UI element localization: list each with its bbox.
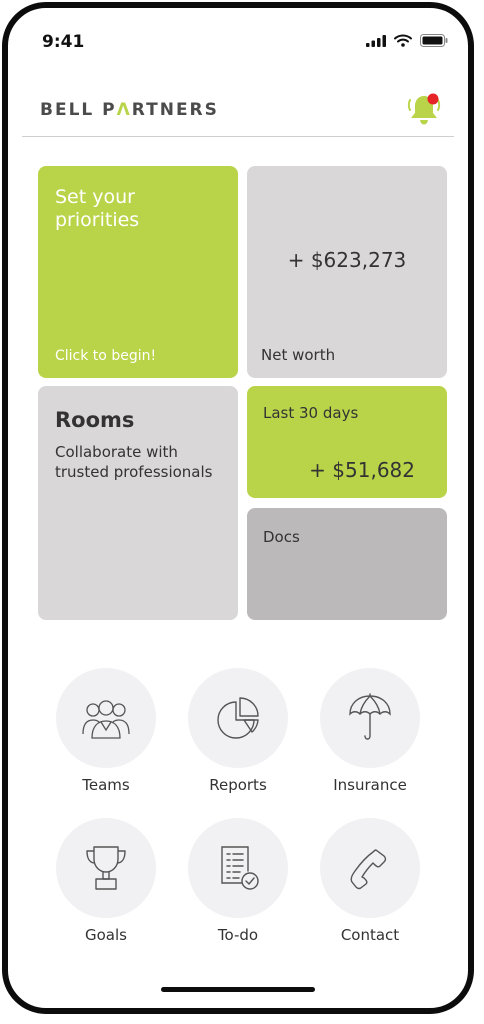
rooms-title: Rooms xyxy=(55,408,135,432)
teams-button[interactable] xyxy=(56,668,156,768)
checklist-icon xyxy=(221,846,259,890)
signal-icon xyxy=(366,34,386,47)
shortcut-teams[interactable]: Teams xyxy=(46,668,166,808)
status-bar: 9:41 xyxy=(8,8,468,68)
docs-label: Docs xyxy=(263,528,300,546)
insurance-button[interactable] xyxy=(320,668,420,768)
trophy-icon xyxy=(86,846,126,890)
todo-button[interactable] xyxy=(188,818,288,918)
goals-label: Goals xyxy=(85,926,127,944)
header-divider xyxy=(22,136,454,137)
shortcut-todo[interactable]: To-do xyxy=(178,818,298,958)
docs-tile[interactable]: Docs xyxy=(247,508,447,620)
pie-chart-icon xyxy=(217,697,259,739)
shortcut-contact[interactable]: Contact xyxy=(310,818,430,958)
todo-label: To-do xyxy=(217,926,259,944)
wifi-icon xyxy=(394,34,412,47)
reports-label: Reports xyxy=(209,776,267,794)
insurance-label: Insurance xyxy=(333,776,407,794)
teams-label: Teams xyxy=(82,776,130,794)
contact-label: Contact xyxy=(340,926,400,944)
rooms-description: Collaborate with trusted professionals xyxy=(55,443,213,481)
net-worth-label: Net worth xyxy=(261,346,336,364)
notifications-button[interactable] xyxy=(404,90,444,130)
status-icons xyxy=(366,34,448,47)
reports-button[interactable] xyxy=(188,668,288,768)
last-30-days-value: + $51,682 xyxy=(309,458,415,482)
contact-button[interactable] xyxy=(320,818,420,918)
last-30-days-label: Last 30 days xyxy=(263,404,359,422)
last-30-days-tile[interactable]: Last 30 days + $51,682 xyxy=(247,386,447,498)
goals-button[interactable] xyxy=(56,818,156,918)
net-worth-value: + $623,273 xyxy=(287,248,407,272)
priorities-cta[interactable]: Click to begin! xyxy=(55,348,156,364)
priorities-title: Set your priorities xyxy=(55,186,140,231)
rooms-tile[interactable]: Rooms Collaborate with trusted professio… xyxy=(38,386,238,620)
umbrella-icon xyxy=(349,693,391,740)
brand-mark: Λ xyxy=(116,100,132,120)
notification-dot xyxy=(427,93,439,105)
shortcut-reports[interactable]: Reports xyxy=(178,668,298,808)
home-indicator[interactable] xyxy=(161,987,315,992)
app-header: BELL PΛRTNERS xyxy=(8,80,468,142)
net-worth-tile[interactable]: + $623,273 Net worth xyxy=(247,166,447,378)
battery-icon xyxy=(420,34,448,47)
shortcut-insurance[interactable]: Insurance xyxy=(310,668,430,808)
status-time: 9:41 xyxy=(42,32,85,52)
brand-text-start: BELL P xyxy=(40,100,117,120)
teams-icon xyxy=(82,700,130,739)
brand-logo: BELL PΛRTNERS xyxy=(40,100,219,120)
brand-text-end: RTNERS xyxy=(131,100,219,120)
phone-icon xyxy=(350,849,387,890)
bell-icon xyxy=(407,93,441,125)
phone-frame: 9:41 BELL PΛRTNERS Set your priorities C… xyxy=(2,2,474,1014)
priorities-tile[interactable]: Set your priorities Click to begin! xyxy=(38,166,238,378)
shortcut-goals[interactable]: Goals xyxy=(46,818,166,958)
